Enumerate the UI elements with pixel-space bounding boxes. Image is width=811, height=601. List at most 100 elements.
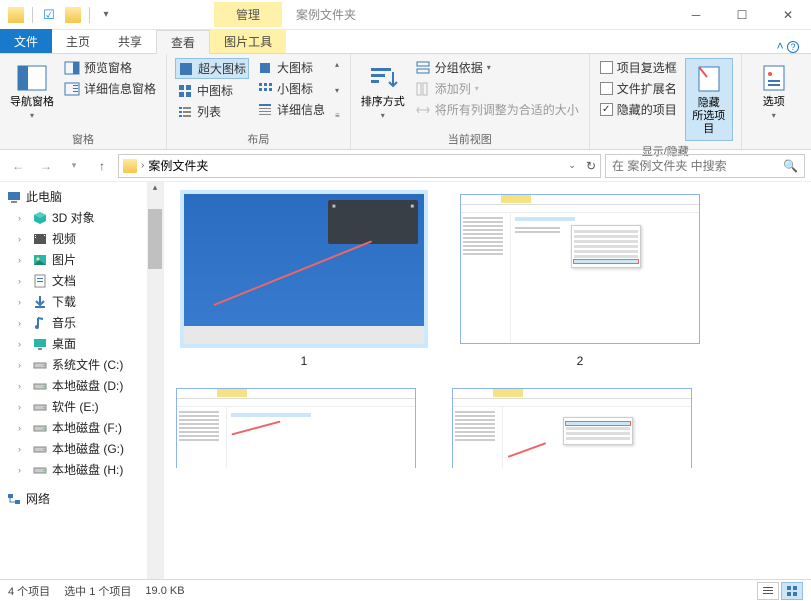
large-icons-button[interactable]: 大图标 — [255, 58, 327, 77]
preview-pane-button[interactable]: 预览窗格 — [62, 58, 158, 77]
list-view-button[interactable]: 列表 — [175, 102, 249, 121]
tree-item[interactable]: ›图片 — [0, 249, 163, 270]
tree-this-pc[interactable]: 此电脑 — [0, 186, 163, 207]
folder-icon[interactable] — [65, 7, 81, 23]
tree-item[interactable]: ›本地磁盘 (H:) — [0, 459, 163, 480]
tab-home[interactable]: 主页 — [52, 29, 104, 53]
expand-icon[interactable]: › — [18, 318, 28, 328]
address-field[interactable]: › 案例文件夹 ⌄ ↻ — [118, 154, 601, 178]
file-thumbnail[interactable] — [452, 388, 708, 468]
tree-item[interactable]: ›系统文件 (C:) — [0, 354, 163, 375]
cube-icon — [32, 210, 48, 226]
layout-scroll-up-icon[interactable]: ▴ — [333, 58, 342, 71]
expand-icon[interactable]: › — [18, 234, 28, 244]
navigation-pane-button[interactable]: 导航窗格 ▾ — [8, 58, 56, 124]
checkbox-icon — [600, 61, 613, 74]
dropdown-icon: ▾ — [30, 111, 34, 120]
status-size: 19.0 KB — [145, 585, 184, 597]
maximize-button[interactable]: ☐ — [719, 0, 765, 30]
group-by-button[interactable]: 分组依据 ▾ — [413, 58, 581, 77]
dropdown-icon: ▾ — [772, 111, 776, 120]
options-button[interactable]: 选项 ▾ — [750, 58, 798, 124]
back-button[interactable]: ← — [6, 154, 30, 178]
file-thumbnail[interactable] — [176, 388, 432, 468]
ribbon-group-panes: 导航窗格 ▾ 预览窗格 详细信息窗格 窗格 — [0, 54, 167, 149]
title-section: 管理 案例文件夹 — [214, 2, 356, 27]
group-by-icon — [415, 60, 431, 76]
ribbon: 导航窗格 ▾ 预览窗格 详细信息窗格 窗格 超大图标 中图标 列表 大图标 小图… — [0, 54, 811, 150]
drive-icon — [32, 462, 48, 478]
qat-dropdown-icon[interactable]: ▾ — [98, 7, 114, 23]
tree-item[interactable]: ›视频 — [0, 228, 163, 249]
details-pane-button[interactable]: 详细信息窗格 — [62, 79, 158, 98]
tab-view[interactable]: 查看 — [156, 30, 210, 54]
forward-button[interactable]: → — [34, 154, 58, 178]
collapse-ribbon-button[interactable]: ˄ ? — [765, 39, 811, 53]
tree-item[interactable]: ›桌面 — [0, 333, 163, 354]
tree-item[interactable]: ›本地磁盘 (G:) — [0, 438, 163, 459]
expand-icon[interactable]: › — [18, 381, 28, 391]
refresh-icon[interactable]: ↻ — [586, 159, 596, 173]
details-view-button[interactable]: 详细信息 — [255, 100, 327, 119]
sort-by-button[interactable]: 排序方式 ▾ — [359, 58, 407, 124]
expand-icon[interactable]: › — [18, 423, 28, 433]
scroll-thumb[interactable] — [148, 209, 162, 269]
small-icons-button[interactable]: 小图标 — [255, 79, 327, 98]
expand-icon[interactable]: › — [18, 297, 28, 307]
status-selection: 选中 1 个项目 — [64, 583, 131, 599]
up-button[interactable]: ↑ — [90, 154, 114, 178]
expand-icon[interactable]: › — [18, 339, 28, 349]
file-thumbnail[interactable]: ■■1 — [176, 190, 432, 368]
thumbnails-view-toggle[interactable] — [781, 582, 803, 600]
hidden-items-toggle[interactable]: 隐藏的项目 — [598, 100, 679, 119]
expand-icon[interactable]: › — [18, 465, 28, 475]
chevron-icon[interactable]: › — [141, 160, 144, 171]
item-checkboxes-toggle[interactable]: 项目复选框 — [598, 58, 679, 77]
file-ext-toggle[interactable]: 文件扩展名 — [598, 79, 679, 98]
tree-item[interactable]: ›本地磁盘 (D:) — [0, 375, 163, 396]
medium-icons-button[interactable]: 中图标 — [175, 81, 249, 100]
hide-icon — [693, 63, 725, 95]
contextual-tab-manage[interactable]: 管理 — [214, 2, 282, 27]
expand-icon[interactable]: › — [18, 276, 28, 286]
expand-icon[interactable]: › — [18, 213, 28, 223]
tab-share[interactable]: 共享 — [104, 29, 156, 53]
properties-icon[interactable]: ☑ — [41, 7, 57, 23]
extra-large-icons-button[interactable]: 超大图标 — [175, 58, 249, 79]
layout-more-icon[interactable]: ≡ — [333, 109, 342, 122]
drive-icon — [32, 399, 48, 415]
search-box[interactable]: 🔍 — [605, 154, 805, 178]
expand-icon[interactable]: › — [18, 402, 28, 412]
close-button[interactable]: ✕ — [765, 0, 811, 30]
navigation-tree: 此电脑 ›3D 对象›视频›图片›文档›下载›音乐›桌面›系统文件 (C:)›本… — [0, 182, 164, 579]
tree-item[interactable]: ›软件 (E:) — [0, 396, 163, 417]
tree-item[interactable]: ›文档 — [0, 270, 163, 291]
xl-icons-icon — [178, 61, 194, 77]
tab-file[interactable]: 文件 — [0, 29, 52, 53]
tree-item[interactable]: ›本地磁盘 (F:) — [0, 417, 163, 438]
chevron-down-icon[interactable]: ⌄ — [568, 160, 576, 171]
search-icon[interactable]: 🔍 — [783, 159, 798, 173]
tree-item[interactable]: ›音乐 — [0, 312, 163, 333]
scrollbar[interactable]: ▴ — [147, 182, 163, 579]
hide-selected-button[interactable]: 隐藏 所选项目 — [685, 58, 733, 141]
expand-icon[interactable]: › — [18, 255, 28, 265]
file-thumbnail[interactable]: 2 — [452, 190, 708, 368]
expand-icon[interactable]: › — [18, 360, 28, 370]
size-columns-button[interactable]: 将所有列调整为合适的大小 — [413, 100, 581, 119]
download-icon — [32, 294, 48, 310]
add-columns-button[interactable]: 添加列 ▾ — [413, 79, 581, 98]
recent-dropdown[interactable]: ▾ — [62, 154, 86, 178]
details-view-toggle[interactable] — [757, 582, 779, 600]
folder-icon — [123, 159, 137, 173]
tab-picture-tools[interactable]: 图片工具 — [210, 29, 286, 53]
nav-pane-icon — [16, 62, 48, 94]
file-view[interactable]: ■■12 — [164, 182, 811, 579]
tree-item[interactable]: ›3D 对象 — [0, 207, 163, 228]
minimize-button[interactable]: ─ — [673, 0, 719, 30]
tree-item[interactable]: ›下载 — [0, 291, 163, 312]
tree-network[interactable]: 网络 — [0, 488, 163, 509]
search-input[interactable] — [612, 159, 783, 173]
expand-icon[interactable]: › — [18, 444, 28, 454]
layout-scroll-down-icon[interactable]: ▾ — [333, 84, 342, 97]
